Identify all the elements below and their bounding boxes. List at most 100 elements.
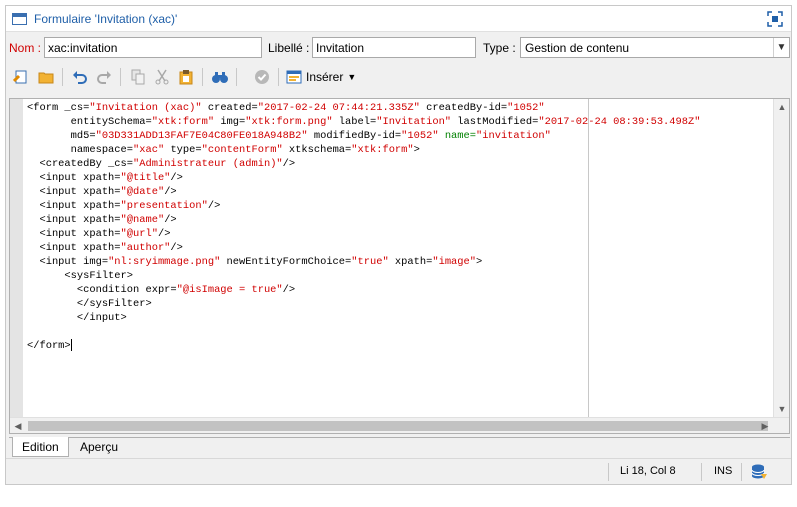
- code-token: />: [164, 186, 177, 198]
- redo-icon[interactable]: [94, 67, 114, 87]
- code-line[interactable]: <input xpath="@date"/>: [27, 185, 700, 199]
- code-token: >: [413, 144, 420, 156]
- code-token: "Administrateur (admin)": [133, 158, 283, 170]
- xml-code-editor[interactable]: <form _cs="Invitation (xac)" created="20…: [9, 98, 790, 434]
- type-select[interactable]: Gestion de contenu ▼: [520, 37, 790, 58]
- code-token: entitySchema=: [27, 116, 152, 128]
- code-token: <input img=: [27, 256, 109, 268]
- undo-icon[interactable]: [70, 67, 90, 87]
- code-token: label=: [332, 116, 377, 128]
- insert-label: Insérer: [306, 70, 344, 84]
- code-token: "1052": [401, 130, 439, 142]
- horizontal-scrollbar[interactable]: ◀ ▶: [10, 417, 789, 433]
- code-token: "1052": [507, 102, 545, 114]
- scroll-right-icon[interactable]: ▶: [757, 418, 773, 434]
- validate-icon[interactable]: [252, 67, 272, 87]
- code-line[interactable]: <input xpath="@name"/>: [27, 213, 700, 227]
- code-line[interactable]: <sysFilter>: [27, 269, 700, 283]
- code-token: />: [170, 172, 183, 184]
- code-token: name=: [444, 130, 476, 142]
- caret-down-icon: ▼: [347, 72, 357, 82]
- vertical-scrollbar[interactable]: ▲ ▼: [773, 99, 789, 417]
- code-token: <sysFilter>: [27, 270, 134, 282]
- scroll-down-icon[interactable]: ▼: [774, 401, 790, 417]
- view-tabs: Edition Aperçu: [9, 437, 790, 457]
- horizontal-scroll-thumb[interactable]: [28, 421, 768, 431]
- code-token: "author": [120, 242, 171, 254]
- code-token: </form>: [27, 340, 71, 352]
- toolbar-separator: [278, 68, 279, 86]
- code-line[interactable]: <input xpath="@url"/>: [27, 227, 700, 241]
- code-line[interactable]: md5="03D331ADD13FAF7E04C80FE018A948B2" m…: [27, 129, 700, 143]
- code-token: "2017-02-24 08:39:53.498Z": [538, 116, 701, 128]
- code-token: "@date": [120, 186, 165, 198]
- title-bar: Formulaire 'Invitation (xac)': [6, 6, 791, 32]
- code-token: "xtk:form.png": [245, 116, 333, 128]
- code-token: <form _cs=: [27, 102, 90, 114]
- libelle-label: Libellé :: [268, 41, 310, 55]
- code-token: <input xpath=: [27, 214, 121, 226]
- nom-label: Nom :: [9, 41, 42, 55]
- code-token: "invitation": [476, 130, 551, 142]
- code-token: xtkschema=: [282, 144, 352, 156]
- status-bar: Li 18, Col 8 INS: [6, 458, 791, 484]
- code-line[interactable]: </form>: [27, 339, 700, 353]
- right-margin-guide: [588, 99, 589, 417]
- code-token: "@url": [120, 228, 158, 240]
- code-token: "Invitation": [376, 116, 452, 128]
- tab-edition[interactable]: Edition: [12, 437, 69, 457]
- find-icon[interactable]: [210, 67, 230, 87]
- code-token: namespace=: [27, 144, 134, 156]
- code-line[interactable]: <form _cs="Invitation (xac)" created="20…: [27, 101, 700, 115]
- code-token: newEntityFormChoice=: [220, 256, 352, 268]
- open-folder-icon[interactable]: [36, 67, 56, 87]
- tab-apercu[interactable]: Aperçu: [71, 437, 127, 457]
- new-icon[interactable]: [11, 67, 31, 87]
- code-token: </input>: [27, 312, 127, 324]
- nom-input[interactable]: [44, 37, 262, 58]
- cursor-position: Li 18, Col 8: [620, 465, 676, 477]
- code-token: "@name": [120, 214, 165, 226]
- chevron-down-icon[interactable]: ▼: [773, 38, 789, 57]
- code-line[interactable]: <createdBy _cs="Administrateur (admin)"/…: [27, 157, 700, 171]
- scroll-left-icon[interactable]: ◀: [10, 418, 26, 434]
- code-token: type=: [164, 144, 202, 156]
- toolbar-separator: [120, 68, 121, 86]
- code-line[interactable]: <input xpath="author"/>: [27, 241, 700, 255]
- code-token: "image": [432, 256, 476, 268]
- code-token: />: [207, 200, 221, 212]
- libelle-input[interactable]: [312, 37, 476, 58]
- cut-icon[interactable]: [152, 67, 172, 87]
- toolbar-separator: [62, 68, 63, 86]
- editor-toolbar: Insérer ▼: [6, 64, 791, 90]
- paste-icon[interactable]: [176, 67, 196, 87]
- code-token: <createdBy _cs=: [27, 158, 134, 170]
- code-line[interactable]: [27, 325, 700, 339]
- code-token: "2017-02-24 07:44:21.335Z": [257, 102, 420, 114]
- code-line[interactable]: <input xpath="presentation"/>: [27, 199, 700, 213]
- code-token: >: [476, 256, 483, 268]
- code-token: />: [157, 228, 171, 240]
- code-line[interactable]: <condition expr="@isImage = true"/>: [27, 283, 700, 297]
- status-separator: [701, 463, 702, 481]
- code-line[interactable]: </input>: [27, 311, 700, 325]
- code-token: lastModified=: [451, 116, 539, 128]
- copy-icon[interactable]: [128, 67, 148, 87]
- code-line[interactable]: entitySchema="xtk:form" img="xtk:form.pn…: [27, 115, 701, 129]
- scroll-up-icon[interactable]: ▲: [774, 99, 790, 115]
- code-line[interactable]: <input xpath="@title"/>: [27, 171, 700, 185]
- code-token: md5=: [27, 130, 96, 142]
- code-line[interactable]: namespace="xac" type="contentForm" xtksc…: [27, 143, 700, 157]
- maximize-icon[interactable]: [767, 11, 783, 27]
- insert-menu-button[interactable]: Insérer ▼: [286, 67, 356, 87]
- editor-gutter: [10, 99, 23, 417]
- code-line[interactable]: </sysFilter>: [27, 297, 700, 311]
- database-icon[interactable]: [750, 463, 768, 481]
- code-area[interactable]: <form _cs="Invitation (xac)" created="20…: [27, 101, 700, 353]
- status-separator: [608, 463, 609, 481]
- form-editor-window: Formulaire 'Invitation (xac)' Nom : Libe…: [5, 5, 792, 485]
- code-token: "03D331ADD13FAF7E04C80FE018A948B2": [95, 130, 308, 142]
- code-line[interactable]: <input img="nl:sryimmage.png" newEntityF…: [27, 255, 700, 269]
- code-token: <input xpath=: [27, 200, 121, 212]
- insert-icon: [286, 70, 302, 84]
